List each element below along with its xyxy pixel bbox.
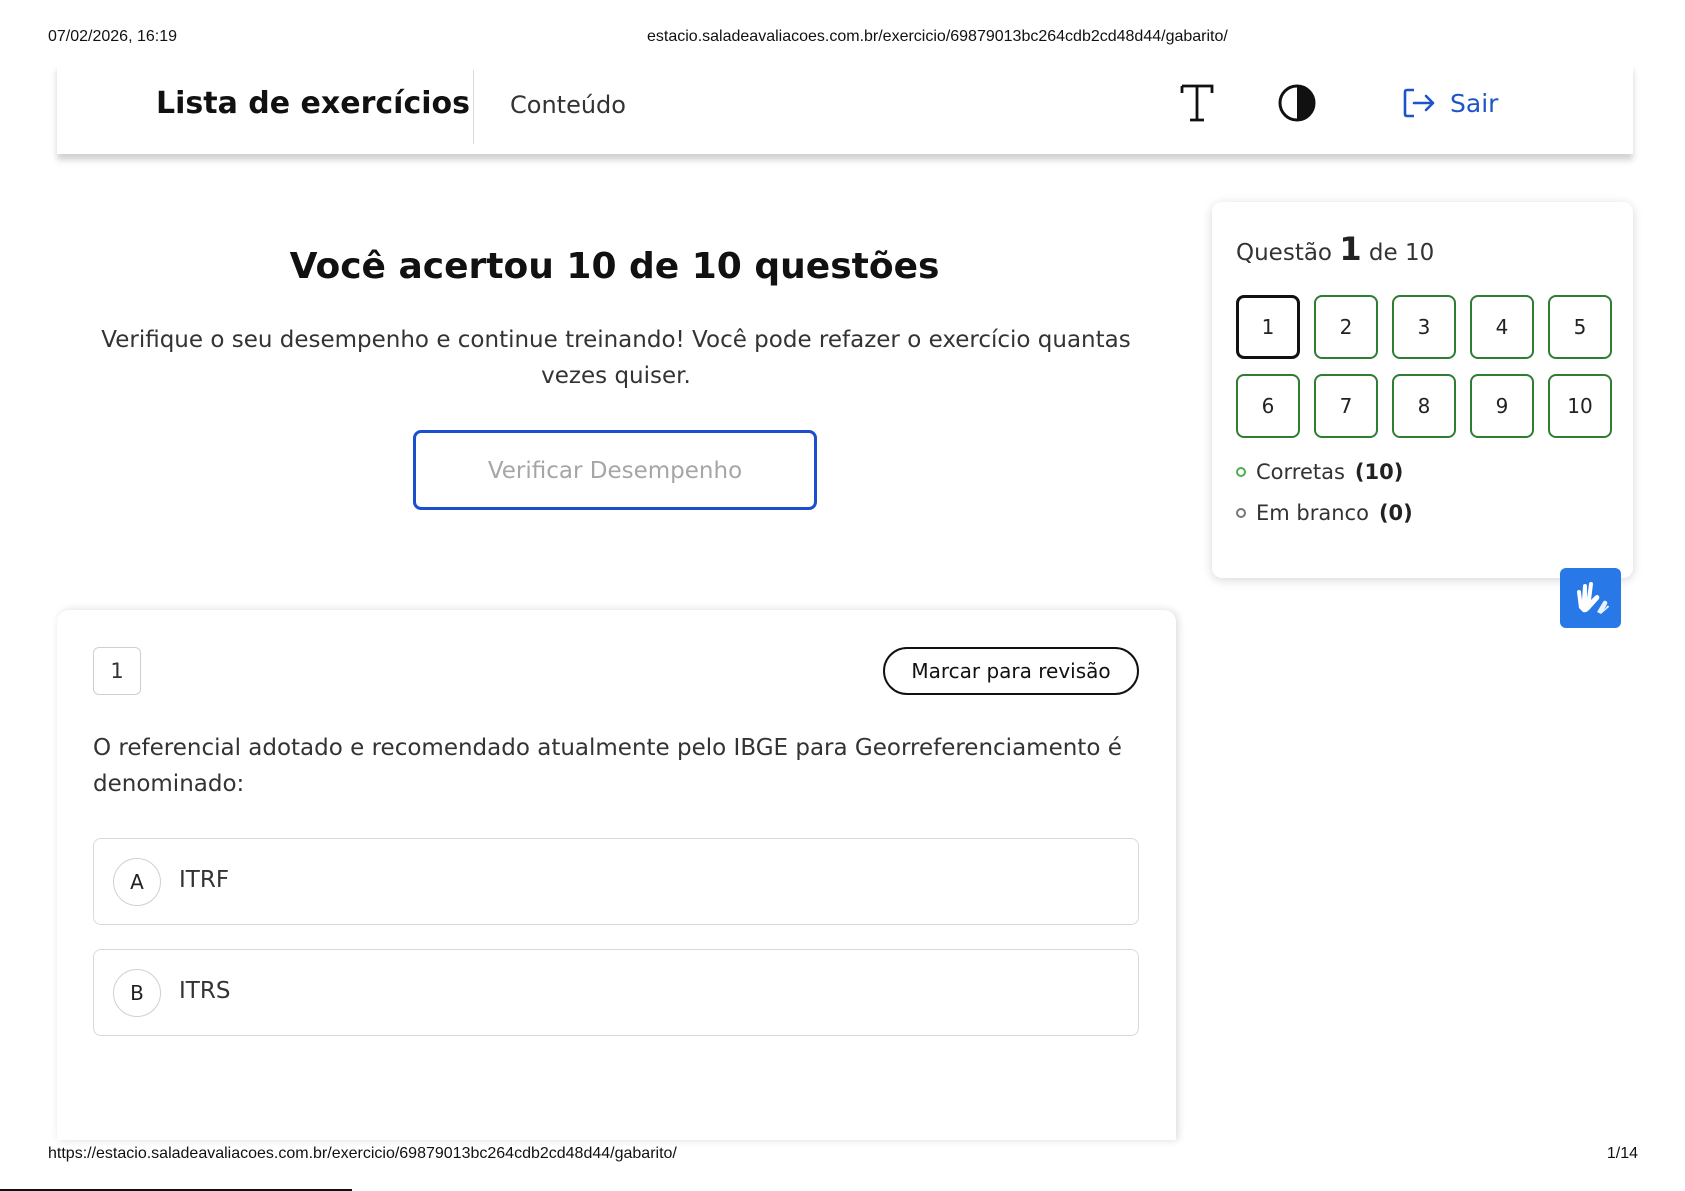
navbar-divider (473, 70, 474, 144)
question-button-7[interactable]: 7 (1314, 374, 1378, 438)
question-button-6[interactable]: 6 (1236, 374, 1300, 438)
question-button-3[interactable]: 3 (1392, 295, 1456, 359)
mark-for-review-button[interactable]: Marcar para revisão (883, 647, 1139, 695)
counter-current: 1 (1339, 230, 1362, 268)
question-button-4[interactable]: 4 (1470, 295, 1534, 359)
page-title: Lista de exercícios (156, 86, 470, 121)
logout-icon (1403, 88, 1435, 118)
option-text: ITRF (179, 867, 230, 893)
sign-language-hands-icon (1576, 582, 1609, 614)
contrast-icon[interactable] (1277, 83, 1317, 123)
top-navbar: Lista de exercícios Conteúdo Sair (57, 64, 1633, 154)
print-footer-url: https://estacio.saladeavaliacoes.com.br/… (48, 1145, 677, 1162)
blank-dot-icon (1236, 508, 1246, 518)
legend-blank-count: (0) (1378, 501, 1413, 525)
option-letter: A (113, 858, 161, 906)
option-b[interactable]: B ITRS (93, 949, 1139, 1036)
result-subtitle: Verifique o seu desempenho e continue tr… (101, 327, 1131, 389)
print-datetime: 07/02/2026, 16:19 (48, 28, 178, 45)
print-header-url: estacio.saladeavaliacoes.com.br/exercici… (647, 28, 1228, 45)
question-card: 1 Marcar para revisão O referencial adot… (57, 610, 1176, 1140)
option-a[interactable]: A ITRF (93, 838, 1139, 925)
counter-prefix: Questão (1236, 240, 1332, 266)
question-text: O referencial adotado e recomendado atua… (93, 735, 1122, 797)
question-button-9[interactable]: 9 (1470, 374, 1534, 438)
result-title: Você acertou 10 de 10 questões (289, 246, 940, 287)
question-counter: Questão 1 de 10 (1236, 230, 1434, 268)
question-button-10[interactable]: 10 (1548, 374, 1612, 438)
verify-performance-button[interactable]: Verificar Desempenho (413, 430, 817, 510)
question-button-5[interactable]: 5 (1548, 295, 1612, 359)
legend-correct: Corretas (10) (1236, 460, 1403, 484)
print-page-number: 1/14 (1606, 1145, 1638, 1162)
legend-correct-label: Corretas (1256, 460, 1345, 484)
question-button-2[interactable]: 2 (1314, 295, 1378, 359)
counter-suffix: de 10 (1368, 240, 1435, 266)
logout-label: Sair (1450, 88, 1499, 118)
option-letter: B (113, 969, 161, 1017)
vlibras-button[interactable] (1560, 568, 1621, 628)
question-number-badge: 1 (93, 647, 141, 695)
legend-correct-count: (10) (1354, 460, 1404, 484)
font-size-icon[interactable] (1179, 82, 1215, 124)
question-grid: 1 2 3 4 5 6 7 8 9 10 (1236, 295, 1612, 438)
question-navigator: Questão 1 de 10 1 2 3 4 5 6 7 8 9 10 Cor… (1212, 202, 1633, 578)
logout-button[interactable]: Sair (1402, 87, 1498, 119)
question-button-1[interactable]: 1 (1236, 295, 1300, 359)
legend-blank: Em branco (0) (1236, 501, 1413, 525)
option-text: ITRS (179, 978, 231, 1004)
correct-dot-icon (1236, 467, 1246, 477)
question-button-8[interactable]: 8 (1392, 374, 1456, 438)
nav-content-link[interactable]: Conteúdo (510, 91, 626, 119)
legend-blank-label: Em branco (1256, 501, 1369, 525)
